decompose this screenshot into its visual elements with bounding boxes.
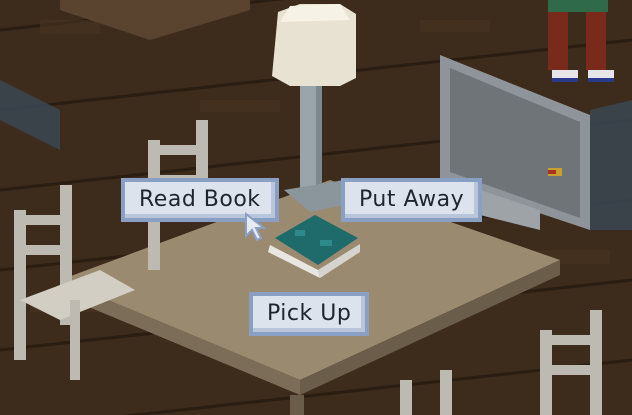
game-scene: Read Book Put Away Pick Up [0, 0, 632, 415]
pick-up-button[interactable]: Pick Up [249, 292, 370, 336]
mouse-cursor-icon [245, 212, 267, 242]
put-away-button[interactable]: Put Away [341, 178, 483, 222]
room-background [0, 0, 632, 415]
